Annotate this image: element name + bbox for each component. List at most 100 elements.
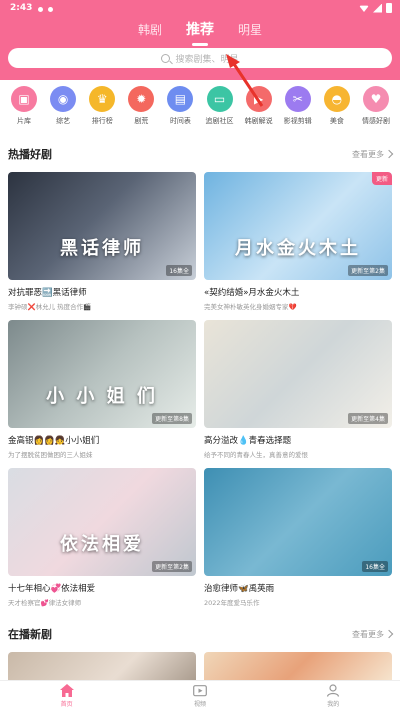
nav-profile[interactable]: 我的 bbox=[303, 684, 363, 708]
drama-subtitle: 给予不同的青春人生，真善意的爱恨 bbox=[204, 451, 308, 459]
drama-poster[interactable]: 更新至第4集 bbox=[204, 320, 392, 428]
tv-icon: ▭ bbox=[206, 86, 233, 112]
category-item[interactable]: ▭ 追剧社区 bbox=[202, 86, 238, 134]
episode-badge: 更新至第4集 bbox=[348, 413, 388, 424]
search-input[interactable]: 搜索剧集、明星 bbox=[8, 48, 392, 68]
nav-label: 我的 bbox=[327, 701, 340, 708]
fire-icon: ✹ bbox=[128, 86, 155, 112]
drama-title: 十七年相心💞依法相爱 bbox=[8, 584, 96, 594]
notification-dot-icon bbox=[48, 7, 53, 12]
category-row: ▣ 片库 ◉ 综艺 ♛ 排行榜 ✹ 剧荒 ▤ 时间表 ▭ 追剧社区 ▶ 韩剧解说 ✂ 影视剪辑 ◓ 美食 ♥ 情感好剧 bbox=[0, 86, 400, 134]
drama-card[interactable]: 依法相爱 更新至第2集十七年相心💞依法相爱 天才检察官💕律法女律师 bbox=[8, 468, 196, 616]
status-bar: 2:43 bbox=[0, 0, 400, 18]
signal-icon bbox=[373, 3, 382, 13]
nav-video[interactable]: 视频 bbox=[170, 684, 230, 708]
episode-badge: 更新至第2集 bbox=[152, 561, 192, 572]
airing-section-header: 在播新剧 查看更多 bbox=[8, 626, 394, 642]
home-icon bbox=[59, 684, 74, 697]
drama-subtitle: 2022年度爱马乐作 bbox=[204, 599, 260, 607]
category-label: 追剧社区 bbox=[205, 117, 234, 125]
user-icon bbox=[327, 684, 340, 697]
nav-label: 首页 bbox=[60, 701, 73, 708]
heart-icon: ♥ bbox=[362, 86, 389, 112]
category-label: 排行榜 bbox=[91, 117, 113, 125]
notification-dot-icon bbox=[38, 7, 43, 12]
see-more-label: 查看更多 bbox=[352, 149, 384, 159]
category-label: 剧荒 bbox=[134, 117, 149, 125]
category-label: 韩剧解说 bbox=[244, 117, 273, 125]
poster-title: 小 小 姐 们 bbox=[46, 386, 158, 407]
category-item[interactable]: ◓ 美食 bbox=[319, 86, 355, 134]
category-item[interactable]: ♥ 情感好剧 bbox=[358, 86, 394, 134]
clip-icon: ✂ bbox=[284, 86, 311, 112]
video-icon bbox=[193, 685, 207, 697]
category-label: 美食 bbox=[329, 117, 344, 125]
drama-title: 金高银👩👩👧小小姐们 bbox=[8, 436, 100, 446]
see-more-link[interactable]: 查看更多 bbox=[352, 629, 394, 640]
drama-card[interactable]: 月水金火木土 更新更新至第2集 «契约结婚»月水金火木土 完美女神朴敏英化身婚姻专家💔 bbox=[204, 172, 392, 320]
commentary-icon: ▶ bbox=[245, 86, 272, 112]
drama-subtitle: 天才检察官💕律法女律师 bbox=[8, 599, 82, 607]
drama-card[interactable]: 更新至第4集高分溢改💧青春选择题给予不同的青春人生，真善意的爱恨 bbox=[204, 320, 392, 468]
drama-card[interactable]: 小 小 姐 们更新至第8集金高银👩👩👧小小姐们 为了摆脱贫困做困的三人姐妹 bbox=[8, 320, 196, 468]
wifi-icon bbox=[359, 5, 369, 12]
tab-recommended[interactable]: 推荐 bbox=[186, 20, 214, 46]
drama-title: «契约结婚»月水金火木土 bbox=[204, 288, 300, 298]
poster-title: 依法相爱 bbox=[60, 534, 144, 555]
drama-poster[interactable]: 小 小 姐 们更新至第8集 bbox=[8, 320, 196, 428]
category-item[interactable]: ◉ 综艺 bbox=[45, 86, 81, 134]
drama-card[interactable]: 16集全治愈律师🦋禹英雨 2022年度爱马乐作 bbox=[204, 468, 392, 616]
drama-poster[interactable]: 月水金火木土 更新更新至第2集 bbox=[204, 172, 392, 280]
see-more-label: 查看更多 bbox=[352, 629, 384, 639]
chevron-right-icon bbox=[384, 149, 394, 159]
drama-subtitle: 完美女神朴敏英化身婚姻专家💔 bbox=[204, 303, 297, 311]
drama-title: 高分溢改💧青春选择题 bbox=[204, 436, 292, 446]
tab-stars[interactable]: 明星 bbox=[238, 20, 262, 42]
episode-badge: 更新至第2集 bbox=[348, 265, 388, 276]
drama-title: 对抗罪恶🔜黑话律师 bbox=[8, 288, 87, 298]
category-item[interactable]: ▶ 韩剧解说 bbox=[241, 86, 277, 134]
drama-subtitle: 李钟硕❌林允儿 热度合作🎬 bbox=[8, 303, 92, 311]
nav-home[interactable]: 首页 bbox=[37, 684, 97, 708]
poster-title: 黑话律师 bbox=[60, 238, 144, 259]
category-label: 综艺 bbox=[56, 117, 71, 125]
poster-title: 月水金火木土 bbox=[235, 238, 361, 259]
category-item[interactable]: ✂ 影视剪辑 bbox=[280, 86, 316, 134]
search-icon bbox=[161, 53, 171, 63]
drama-subtitle: 为了摆脱贫困做困的三人姐妹 bbox=[8, 451, 93, 459]
category-item[interactable]: ✹ 剧荒 bbox=[123, 86, 159, 134]
category-item[interactable]: ♛ 排行榜 bbox=[84, 86, 120, 134]
episode-badge: 16集全 bbox=[362, 561, 388, 572]
search-placeholder: 搜索剧集、明星 bbox=[175, 54, 239, 65]
category-label: 影视剪辑 bbox=[283, 117, 312, 125]
hot-drama-grid: 黑话律师 16集全 对抗罪恶🔜黑话律师 李钟硕❌林允儿 热度合作🎬 月水金火木土 更新 更新… bbox=[8, 172, 392, 616]
hot-section-header: 热播好剧 查看更多 bbox=[8, 146, 394, 162]
variety-icon: ◉ bbox=[50, 86, 77, 112]
section-title: 在播新剧 bbox=[8, 628, 52, 641]
status-time: 2:43 bbox=[10, 3, 33, 13]
calendar-icon: ▤ bbox=[167, 86, 194, 112]
battery-icon bbox=[386, 3, 392, 13]
film-library-icon: ▣ bbox=[11, 86, 37, 112]
status-icons bbox=[359, 3, 392, 13]
ranking-icon: ♛ bbox=[89, 86, 116, 112]
see-more-link[interactable]: 查看更多 bbox=[352, 149, 394, 160]
drama-poster[interactable]: 依法相爱 更新至第2集 bbox=[8, 468, 196, 576]
update-corner-badge: 更新 bbox=[371, 172, 392, 185]
food-icon: ◓ bbox=[323, 86, 350, 112]
chevron-right-icon bbox=[384, 629, 394, 639]
bottom-nav: 首页 视频 我的 bbox=[0, 680, 400, 711]
category-item[interactable]: ▤ 时间表 bbox=[162, 86, 198, 134]
episode-badge: 16集全 bbox=[166, 265, 192, 276]
drama-title: 治愈律师🦋禹英雨 bbox=[204, 584, 275, 594]
drama-card[interactable]: 黑话律师 16集全对抗罪恶🔜黑话律师 李钟硕❌林允儿 热度合作🎬 bbox=[8, 172, 196, 320]
drama-poster[interactable]: 16集全 bbox=[204, 468, 392, 576]
episode-badge: 更新至第8集 bbox=[152, 413, 192, 424]
category-item[interactable]: ▣ 片库 bbox=[6, 86, 42, 134]
drama-poster[interactable]: 黑话律师 16集全 bbox=[8, 172, 196, 280]
category-label: 片库 bbox=[17, 117, 31, 125]
category-label: 情感好剧 bbox=[361, 117, 390, 125]
nav-label: 视频 bbox=[193, 701, 206, 708]
tab-korean-drama[interactable]: 韩剧 bbox=[138, 20, 162, 42]
top-tabs: 韩剧 推荐 明星 bbox=[0, 20, 400, 46]
